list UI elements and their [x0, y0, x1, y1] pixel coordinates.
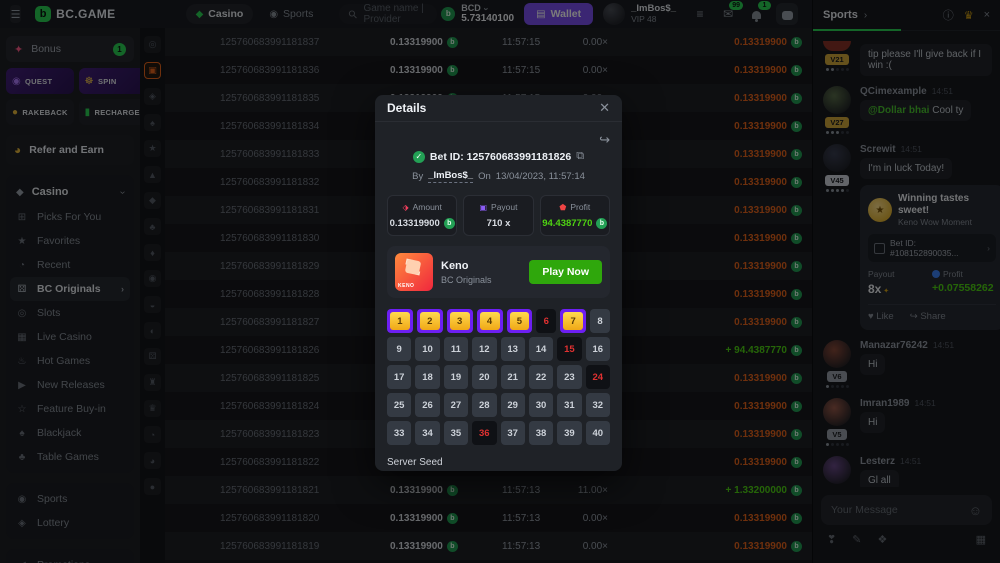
keno-cell-33[interactable]: 33 — [387, 421, 411, 445]
keno-cell-22[interactable]: 22 — [529, 365, 553, 389]
keno-game-thumbnail[interactable]: KENO — [395, 253, 433, 291]
stat-value: 710 x — [464, 218, 532, 229]
stat-value: 94.4387770b — [541, 218, 609, 229]
keno-cell-25[interactable]: 25 — [387, 393, 411, 417]
coins-icon: ⬗ — [402, 203, 408, 212]
play-now-button[interactable]: Play Now — [529, 260, 602, 284]
keno-cell-6[interactable]: 6 — [536, 309, 556, 333]
coin-icon: b — [444, 218, 455, 229]
keno-cell-29[interactable]: 29 — [501, 393, 525, 417]
keno-cell-34[interactable]: 34 — [415, 421, 439, 445]
server-seed-label: Server Seed — [387, 457, 610, 468]
keno-cell-17[interactable]: 17 — [387, 365, 411, 389]
keno-cell-32[interactable]: 32 — [586, 393, 610, 417]
keno-cell-19[interactable]: 19 — [444, 365, 468, 389]
bet-owner-link[interactable]: _ImBos$_ — [428, 170, 473, 183]
keno-cell-5[interactable]: 5 — [507, 309, 533, 333]
stat-label: ▣ Payout — [464, 202, 532, 212]
stat-value: 0.13319900b — [388, 218, 456, 229]
stat-label: ⬟ Profit — [541, 202, 609, 212]
coin-icon: b — [596, 218, 607, 229]
keno-grid-row: 1718192021222324 — [387, 365, 610, 389]
keno-grid-row: 12345678 — [387, 309, 610, 333]
bet-id-value: Bet ID: 125760683991181826 — [430, 151, 571, 163]
keno-cell-21[interactable]: 21 — [501, 365, 525, 389]
modal-close-icon[interactable]: ✕ — [599, 100, 610, 116]
modal-title: Details — [387, 101, 426, 115]
app-window: ☰ b BC.GAME ◆ Casino ◉ Sports ⚲ Game nam… — [0, 0, 1000, 563]
keno-cell-35[interactable]: 35 — [444, 421, 468, 445]
keno-cell-14[interactable]: 14 — [529, 337, 553, 361]
keno-cell-2[interactable]: 2 — [417, 309, 443, 333]
stat-label-text: Payout — [491, 202, 517, 212]
keno-cell-9[interactable]: 9 — [387, 337, 411, 361]
keno-cell-18[interactable]: 18 — [415, 365, 439, 389]
keno-cell-39[interactable]: 39 — [557, 421, 581, 445]
copy-icon[interactable]: ⧉ — [576, 150, 584, 163]
keno-cell-27[interactable]: 27 — [444, 393, 468, 417]
stat-box-amount: ⬗ Amount 0.13319900b — [387, 195, 457, 236]
keno-grid-row: 910111213141516 — [387, 337, 610, 361]
bet-datetime: 13/04/2023, 11:57:14 — [496, 171, 585, 182]
modal-header: Details ✕ — [375, 95, 622, 122]
game-name: Keno — [441, 260, 521, 272]
keno-cell-30[interactable]: 30 — [529, 393, 553, 417]
keno-cell-3[interactable]: 3 — [447, 309, 473, 333]
keno-cell-24[interactable]: 24 — [586, 365, 610, 389]
keno-cell-26[interactable]: 26 — [415, 393, 439, 417]
keno-cell-number: 4 — [480, 312, 500, 330]
stat-box-payout: ▣ Payout 710 x — [463, 195, 533, 236]
keno-grid-row: 3334353637383940 — [387, 421, 610, 445]
game-provider: BC Originals — [441, 275, 521, 285]
keno-grid-row: 2526272829303132 — [387, 393, 610, 417]
verified-shield-icon: ✓ — [413, 151, 425, 163]
keno-cell-number: 3 — [450, 312, 470, 330]
keno-cell-1[interactable]: 1 — [387, 309, 413, 333]
keno-cell-23[interactable]: 23 — [557, 365, 581, 389]
bet-stats: ⬗ Amount 0.13319900b ▣ Payout 710 x ⬟ Profit 94.… — [387, 195, 610, 236]
stat-label-text: Amount — [413, 202, 442, 212]
keno-cell-15[interactable]: 15 — [557, 337, 581, 361]
keno-cell-8[interactable]: 8 — [590, 309, 610, 333]
bet-details-modal: Details ✕ ↪ ✓ Bet ID: 125760683991181826… — [375, 95, 622, 471]
wallet-icon: ▣ — [479, 203, 487, 212]
stat-label: ⬗ Amount — [388, 202, 456, 212]
game-card: KENO Keno BC Originals Play Now — [387, 246, 610, 298]
keno-cell-38[interactable]: 38 — [529, 421, 553, 445]
stat-box-profit: ⬟ Profit 94.4387770b — [540, 195, 610, 236]
keno-cell-number: 2 — [420, 312, 440, 330]
keno-cell-20[interactable]: 20 — [472, 365, 496, 389]
keno-cell-13[interactable]: 13 — [501, 337, 525, 361]
keno-cell-7[interactable]: 7 — [560, 309, 586, 333]
keno-cell-4[interactable]: 4 — [477, 309, 503, 333]
keno-cell-12[interactable]: 12 — [472, 337, 496, 361]
keno-number-grid: 1234567891011121314151617181920212223242… — [387, 309, 610, 445]
keno-cell-16[interactable]: 16 — [586, 337, 610, 361]
keno-cell-number: 7 — [563, 312, 583, 330]
keno-cell-31[interactable]: 31 — [557, 393, 581, 417]
stat-label-text: Profit — [570, 202, 590, 212]
bet-meta: By _ImBos$_ On 13/04/2023, 11:57:14 — [387, 170, 610, 183]
keno-cell-37[interactable]: 37 — [501, 421, 525, 445]
keno-cell-number: 1 — [390, 312, 410, 330]
keno-cell-28[interactable]: 28 — [472, 393, 496, 417]
keno-cell-40[interactable]: 40 — [586, 421, 610, 445]
keno-cell-11[interactable]: 11 — [444, 337, 468, 361]
keno-cell-36[interactable]: 36 — [472, 421, 496, 445]
moneybag-icon: ⬟ — [559, 203, 566, 212]
share-icon[interactable]: ↪ — [599, 132, 610, 148]
keno-cell-10[interactable]: 10 — [415, 337, 439, 361]
keno-cell-number: 5 — [510, 312, 530, 330]
